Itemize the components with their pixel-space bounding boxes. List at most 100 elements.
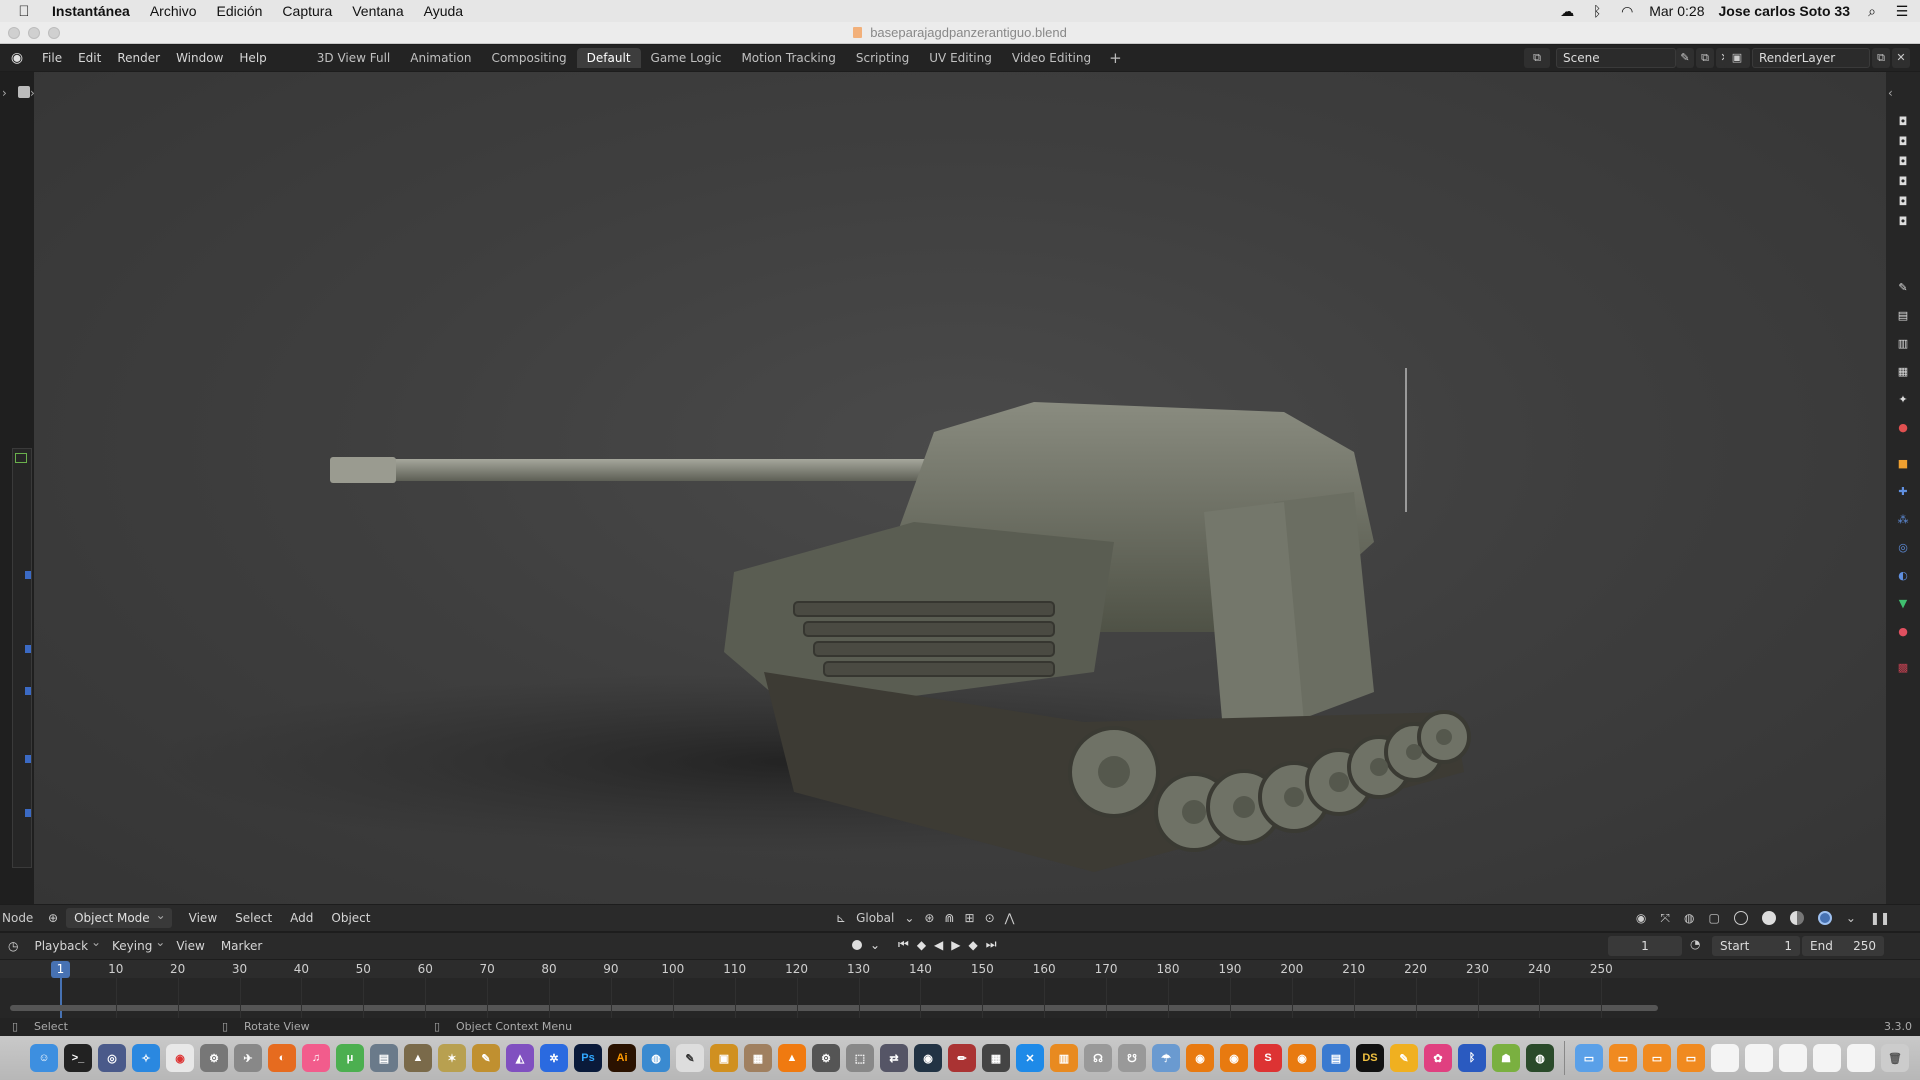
document-icon-2[interactable]: ▭: [1643, 1044, 1671, 1072]
current-frame-field[interactable]: 1: [1608, 936, 1682, 956]
start-frame-field[interactable]: Start 1: [1712, 936, 1800, 956]
camera-icon[interactable]: ◘: [1895, 154, 1911, 170]
spotlight-search-icon[interactable]: ⌕: [1864, 3, 1880, 20]
3d-viewport[interactable]: [34, 72, 1886, 904]
minimize-window-button[interactable]: [28, 27, 40, 39]
constraint-properties-icon[interactable]: ◐: [1895, 568, 1911, 584]
illustrator-icon[interactable]: Ai: [608, 1044, 636, 1072]
menu-file[interactable]: File: [34, 51, 70, 65]
stickies-icon[interactable]: ✎: [472, 1044, 500, 1072]
daz-studio-icon[interactable]: DS: [1356, 1044, 1384, 1072]
folder-app-icon[interactable]: ▣: [710, 1044, 738, 1072]
wifi-icon[interactable]: ◠: [1619, 3, 1635, 20]
chrome-icon[interactable]: ◉: [166, 1044, 194, 1072]
end-frame-field[interactable]: End 250: [1802, 936, 1884, 956]
collapse-strip-icon[interactable]: [15, 453, 27, 463]
document-icon-7[interactable]: [1813, 1044, 1841, 1072]
music-icon[interactable]: ♫: [302, 1044, 330, 1072]
output-properties-icon[interactable]: ▥: [1895, 336, 1911, 352]
texture-properties-icon[interactable]: ▩: [1895, 660, 1911, 676]
visibility-icon[interactable]: ◉: [1636, 911, 1646, 925]
node-editor-strip[interactable]: [12, 448, 32, 868]
view-layer-properties-icon[interactable]: ▦: [1895, 364, 1911, 380]
timeline-editor-icon[interactable]: ◷: [0, 939, 26, 953]
zoom-window-button[interactable]: [48, 27, 60, 39]
screenshot-icon[interactable]: ⬚: [846, 1044, 874, 1072]
play-reverse-icon[interactable]: ◀: [934, 938, 943, 952]
downloads-folder-icon[interactable]: ▭: [1575, 1044, 1603, 1072]
menu-edit[interactable]: Edit: [70, 51, 109, 65]
globe-icon[interactable]: ◍: [642, 1044, 670, 1072]
viewport-menu-select[interactable]: Select: [226, 911, 281, 925]
calculator-icon[interactable]: ▦: [982, 1044, 1010, 1072]
app-store-icon[interactable]: ✲: [540, 1044, 568, 1072]
tab-uv-editing[interactable]: UV Editing: [919, 48, 1002, 68]
archive-icon[interactable]: ▦: [744, 1044, 772, 1072]
overlays-icon[interactable]: ◍: [1684, 911, 1694, 925]
material-preview-button[interactable]: [1789, 911, 1804, 925]
play-icon[interactable]: ▶: [951, 938, 960, 952]
toolbar-toggle-icon[interactable]: [18, 86, 30, 98]
user-name[interactable]: Jose carlos Soto 33: [1718, 3, 1850, 19]
bluetooth-icon[interactable]: ᛒ: [1589, 3, 1605, 19]
document-icon-3[interactable]: ▭: [1677, 1044, 1705, 1072]
photoshop-icon[interactable]: Ps: [574, 1044, 602, 1072]
clock[interactable]: Mar 0:28: [1649, 3, 1704, 19]
falloff-icon[interactable]: ⋀: [1005, 911, 1015, 925]
monitor-icon[interactable]: ◉: [914, 1044, 942, 1072]
object-properties-icon[interactable]: ■: [1895, 456, 1911, 472]
timeline-menu-view[interactable]: View: [168, 939, 212, 953]
new-scene-icon[interactable]: ⧉: [1696, 48, 1714, 68]
timeline-ruler[interactable]: 10 20 30 40 50 60 70 80 90 100 110 120 130 140 150 160 1…: [0, 960, 1920, 978]
timeline-menu-playback[interactable]: Playback: [26, 935, 104, 953]
menu-render[interactable]: Render: [109, 51, 168, 65]
notes-icon[interactable]: ✎: [1390, 1044, 1418, 1072]
jump-end-icon[interactable]: ⏭: [986, 937, 997, 952]
apple-icon[interactable]: : [0, 3, 48, 20]
editor-type-icon[interactable]: ⊕: [40, 911, 66, 925]
scene-properties-icon[interactable]: ✦: [1895, 392, 1911, 408]
tab-3d-view-full[interactable]: 3D View Full: [307, 48, 401, 68]
snap-target-icon[interactable]: ⊞: [965, 911, 975, 925]
rendered-shading-button[interactable]: [1817, 911, 1832, 925]
new-view-layer-icon[interactable]: ⧉: [1872, 48, 1890, 68]
timeline-body[interactable]: 10 20 30 40 50 60 70 80 90 100 110 120 130 140 150 160 1…: [0, 960, 1920, 1018]
utorrent-icon[interactable]: μ: [336, 1044, 364, 1072]
document-icon[interactable]: ▭: [1609, 1044, 1637, 1072]
finder-icon[interactable]: ☺: [30, 1044, 58, 1072]
figure-app-icon[interactable]: ☊: [1084, 1044, 1112, 1072]
solid-shading-button[interactable]: [1761, 911, 1776, 925]
particle-properties-icon[interactable]: ⁂: [1895, 512, 1911, 528]
render-layer-field[interactable]: RenderLayer: [1752, 48, 1870, 68]
record-button[interactable]: [852, 939, 862, 950]
document-icon-4[interactable]: [1711, 1044, 1739, 1072]
viewport-menu-add[interactable]: Add: [281, 911, 322, 925]
jump-start-icon[interactable]: ⏮: [898, 937, 909, 952]
camera-icon[interactable]: ◘: [1895, 214, 1911, 230]
camera-icon[interactable]: ◘: [1895, 114, 1911, 130]
firefox-icon[interactable]: ◐: [268, 1044, 296, 1072]
files-icon[interactable]: ▤: [1322, 1044, 1350, 1072]
pencil-app-icon[interactable]: ✏: [948, 1044, 976, 1072]
tool-settings-icon[interactable]: ✎: [1895, 280, 1911, 296]
earth-icon[interactable]: ◍: [1526, 1044, 1554, 1072]
jump-keyframe-back-icon[interactable]: ◆: [917, 938, 926, 952]
mac-app-menu[interactable]: Instantánea: [48, 3, 140, 19]
mac-menu-archivo[interactable]: Archivo: [140, 3, 207, 19]
sketchup-icon[interactable]: S: [1254, 1044, 1282, 1072]
physics-properties-icon[interactable]: ◎: [1895, 540, 1911, 556]
tab-video-editing[interactable]: Video Editing: [1002, 48, 1101, 68]
pin-scene-icon[interactable]: ✎: [1676, 48, 1694, 68]
sidebar-collapse-chevron-icon[interactable]: ‹: [1888, 86, 1893, 100]
xcode-icon[interactable]: ✕: [1016, 1044, 1044, 1072]
workspace-icon[interactable]: ⇄: [880, 1044, 908, 1072]
auto-keying-chevron-icon[interactable]: ⌄: [870, 938, 890, 952]
blender-dock-icon-2[interactable]: ◉: [1220, 1044, 1248, 1072]
material-properties-icon[interactable]: ●: [1895, 624, 1911, 640]
world-properties-icon[interactable]: ●: [1895, 420, 1911, 436]
system-preferences-icon[interactable]: ⚙: [812, 1044, 840, 1072]
books-icon[interactable]: ▥: [1050, 1044, 1078, 1072]
scene-selector-icon[interactable]: ⧉: [1524, 48, 1550, 68]
mac-menu-edicion[interactable]: Edición: [207, 3, 273, 19]
timeline-menu-keying[interactable]: Keying: [104, 935, 168, 953]
